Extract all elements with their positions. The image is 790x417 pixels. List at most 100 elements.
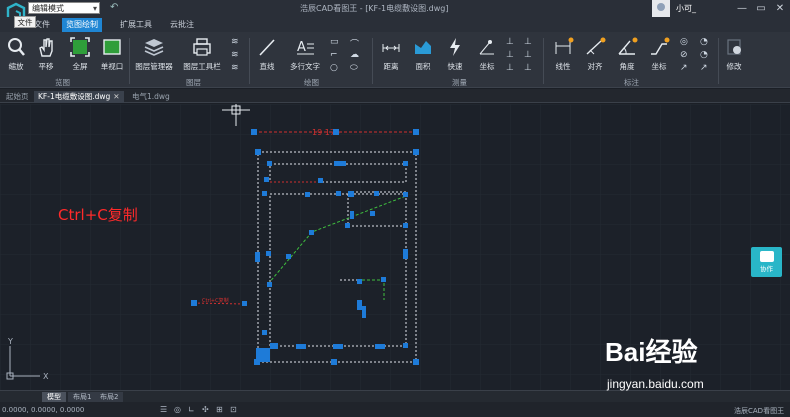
group-measure-label: 测量	[452, 78, 467, 87]
ellipse-icon[interactable]: ⬭	[350, 63, 358, 73]
quick-measure-icon	[450, 38, 460, 56]
quick-measure-label: 快速	[447, 62, 463, 71]
measure-radius-icon[interactable]: ⊥	[506, 50, 514, 60]
viewport-icon	[103, 39, 121, 55]
line-button[interactable]: 直线	[254, 36, 280, 72]
dim-linear-button[interactable]: 线性	[550, 36, 576, 72]
group-annotate-label: 标注	[624, 78, 639, 87]
zoom-button[interactable]: 缩放	[4, 36, 28, 72]
undo-icon[interactable]: ↶	[110, 2, 118, 13]
group-divider	[129, 38, 130, 84]
layer-manager-label: 图层管理器	[135, 62, 173, 71]
menu-bar: 文件 览图绘制 扩展工具 云批注	[0, 17, 790, 32]
group-divider	[249, 38, 250, 84]
close-button[interactable]: ✕	[772, 1, 788, 16]
title-bar: 编辑模式 ↶ 浩辰CAD看图王 - [KF-1电缆敷设图.dwg] 小可_ — …	[0, 0, 790, 24]
tab-electric-drawing[interactable]: 电气1.dwg	[128, 91, 174, 103]
grid-icon[interactable]: ⊡	[230, 405, 237, 414]
status-bar: 0.0000, 0.0000, 0.0000 ☰ ◎ ∟ ✣ ⊞ ⊡ 浩辰CAD…	[0, 402, 790, 417]
pan-button[interactable]: 平移	[34, 36, 58, 72]
restore-button[interactable]: ▭	[753, 1, 769, 16]
close-icon[interactable]: ✕	[113, 92, 119, 101]
coordinate-button[interactable]: 坐标	[474, 36, 500, 72]
minimize-button[interactable]: —	[734, 1, 750, 16]
layers-icon	[144, 39, 164, 56]
layer-toolbar-label: 图层工具栏	[183, 62, 221, 71]
baidu-watermark-url: jingyan.baidu.com	[607, 377, 704, 391]
dim-baseline-icon[interactable]: ↗	[700, 63, 708, 73]
dim-coordinate-icon	[651, 37, 670, 55]
arc-icon[interactable]: ⌒	[350, 37, 359, 50]
mtext-label: 多行文字	[290, 62, 320, 71]
collaborate-button[interactable]: 协作	[751, 247, 782, 277]
polyline-icon[interactable]: ⌐	[330, 50, 338, 60]
tab-cloud-annotate[interactable]: 云批注	[166, 18, 198, 32]
avatar[interactable]	[652, 0, 670, 17]
dim-radius-icon[interactable]: ◎	[680, 37, 688, 47]
dim-linear-icon	[555, 37, 574, 54]
fullscreen-icon	[70, 37, 90, 57]
ctrl-c-copy-text: Ctrl+C复制	[58, 206, 138, 224]
dim-leader-icon[interactable]: ↗	[680, 63, 688, 73]
quick-measure-button[interactable]: 快速	[442, 36, 468, 72]
layer-lock-icon[interactable]: ≋	[231, 63, 239, 73]
modify-label: 修改	[726, 62, 742, 71]
mode-select[interactable]: 编辑模式	[28, 2, 100, 15]
dim-coordinate-label: 坐标	[651, 62, 667, 71]
track-icon[interactable]: ⊞	[216, 405, 223, 414]
cloud-icon[interactable]: ☁	[350, 50, 359, 60]
ortho-icon[interactable]: ∟	[188, 405, 195, 414]
pan-label: 平移	[38, 62, 54, 71]
tab-browse-draw[interactable]: 览图绘制	[62, 18, 102, 32]
coordinate-label: 坐标	[479, 62, 495, 71]
dim-angle-icon	[618, 37, 638, 55]
window-title: 浩辰CAD看图王 - [KF-1电缆敷设图.dwg]	[300, 4, 449, 13]
distance-icon	[382, 44, 400, 52]
group-layer-label: 图层	[186, 78, 201, 87]
measure-count-icon[interactable]: ⊥	[524, 63, 532, 73]
red-note: Ctrl+C复制	[202, 297, 229, 304]
document-tabs: 起始页 KF-1电缆敷设图.dwg ✕ 电气1.dwg	[0, 89, 790, 103]
coordinate-icon	[479, 40, 494, 55]
layer-state-icon[interactable]: ≋	[231, 37, 239, 47]
layer-manager-button[interactable]: 图层管理器	[134, 36, 174, 72]
mode-select-value: 编辑模式	[32, 4, 64, 13]
line-icon	[259, 39, 275, 56]
dim-arc-icon[interactable]: ◔	[700, 37, 708, 47]
dim-continue-icon[interactable]: ◔	[700, 50, 708, 60]
osnap-icon[interactable]: ✣	[202, 405, 209, 414]
measure-perimeter-icon[interactable]: ⊥	[524, 50, 532, 60]
area-label: 面积	[415, 62, 431, 71]
distance-button[interactable]: 距离	[378, 36, 404, 72]
zoom-label: 缩放	[8, 62, 24, 71]
tab-extend-tools[interactable]: 扩展工具	[116, 18, 156, 32]
x-axis-label: X	[43, 372, 49, 381]
menu-icon[interactable]: ☰	[160, 405, 167, 414]
username[interactable]: 小可_	[676, 3, 696, 14]
area-icon	[415, 41, 431, 54]
snap-icon[interactable]: ◎	[174, 405, 181, 414]
mtext-button[interactable]: A 多行文字	[285, 36, 325, 72]
hand-icon	[39, 38, 53, 57]
layer-off-icon[interactable]: ≋	[231, 50, 239, 60]
dim-angle-button[interactable]: 角度	[614, 36, 640, 72]
dim-aligned-button[interactable]: 对齐	[582, 36, 608, 72]
group-draw-label: 绘图	[304, 78, 319, 87]
circle-icon[interactable]: ○	[330, 63, 338, 73]
rectangle-icon[interactable]: ▭	[330, 37, 339, 47]
tab-kf1-drawing[interactable]: KF-1电缆敷设图.dwg ✕	[34, 91, 124, 103]
tab-start-page[interactable]: 起始页	[2, 91, 33, 103]
single-view-button[interactable]: 单视口	[98, 36, 126, 72]
layer-toolbar-button[interactable]: 图层工具栏	[180, 36, 224, 72]
measure-length-icon[interactable]: ⊥	[524, 37, 532, 47]
measure-arc-icon[interactable]: ⊥	[506, 37, 514, 47]
fullscreen-button[interactable]: 全屏	[67, 36, 93, 72]
dim-coordinate-button[interactable]: 坐标	[646, 36, 672, 72]
dim-diameter-icon[interactable]: ⊘	[680, 50, 688, 60]
area-button[interactable]: 面积	[410, 36, 436, 72]
dim-angle-label: 角度	[619, 62, 635, 71]
modify-icon	[727, 39, 741, 55]
modify-button[interactable]: 修改	[722, 36, 746, 72]
fullscreen-label: 全屏	[72, 62, 88, 71]
measure-angle-icon[interactable]: ⊥	[506, 63, 514, 73]
